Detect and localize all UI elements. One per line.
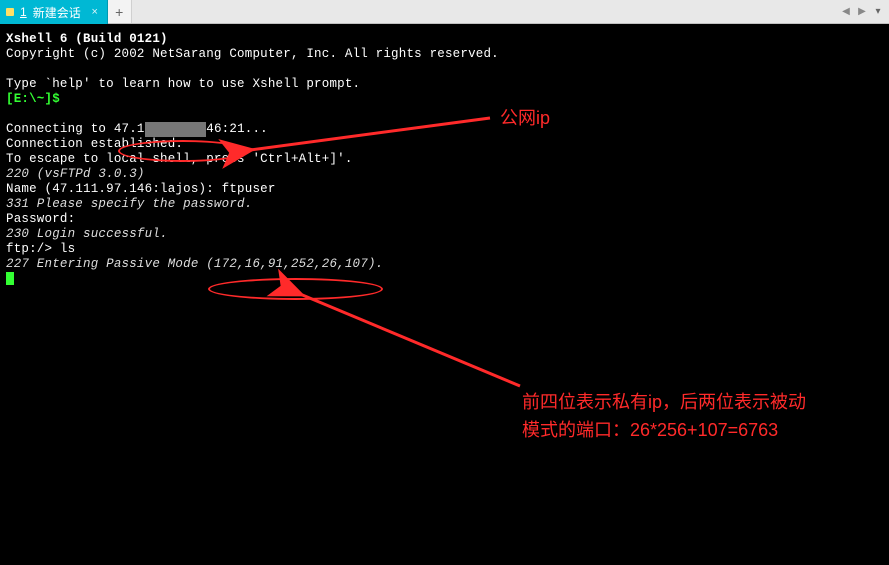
tab-title: 新建会话 <box>33 4 81 21</box>
annotation-text: 前四位表示私有ip，后两位表示被动 <box>522 388 806 416</box>
terminal-line: ftp:/> ls <box>6 242 75 256</box>
tab-bar-controls: ◀ ▶ ▾ <box>839 0 889 23</box>
terminal-line: 227 Entering Passive Mode (172,16,91,252… <box>6 257 383 271</box>
terminal-line: Name (47.111.97.146:lajos): ftpuser <box>6 182 276 196</box>
annotation-label-passive-port: 前四位表示私有ip，后两位表示被动 模式的端口：26*256+107=6763 <box>522 388 806 444</box>
terminal-line: Copyright (c) 2002 NetSarang Computer, I… <box>6 47 499 61</box>
tab-bar: 1 新建会话 × + ◀ ▶ ▾ <box>0 0 889 24</box>
terminal-line: 220 (vsFTPd 3.0.3) <box>6 167 145 181</box>
tabs-menu-icon[interactable]: ▾ <box>871 5 885 19</box>
terminal-prompt: [E:\~]$ <box>6 92 68 106</box>
terminal[interactable]: Xshell 6 (Build 0121) Copyright (c) 2002… <box>0 24 889 565</box>
terminal-line: 331 Please specify the password. <box>6 197 252 211</box>
terminal-line: Type `help' to learn how to use Xshell p… <box>6 77 360 91</box>
terminal-line: Connecting to 47.1 46:21... <box>6 122 268 136</box>
tabs-scroll-left-icon[interactable]: ◀ <box>839 5 853 19</box>
tab-index: 1 <box>20 5 27 19</box>
terminal-line: 230 Login successful. <box>6 227 168 241</box>
tab-close-icon[interactable]: × <box>89 6 101 18</box>
annotation-label-public-ip: 公网ip <box>500 104 550 132</box>
annotation-ellipse-passive-tuple <box>208 278 383 300</box>
new-tab-button[interactable]: + <box>108 0 132 23</box>
tab-indicator-icon <box>6 8 14 16</box>
terminal-cursor <box>6 272 14 285</box>
terminal-line: Xshell 6 (Build 0121) <box>6 32 168 46</box>
annotation-ellipse-public-ip <box>118 140 248 162</box>
tabs-scroll-right-icon[interactable]: ▶ <box>855 5 869 19</box>
annotation-text: 模式的端口：26*256+107=6763 <box>522 416 806 444</box>
censored-ip <box>145 122 207 137</box>
terminal-line: Password: <box>6 212 75 226</box>
tab-active[interactable]: 1 新建会话 × <box>0 0 108 24</box>
